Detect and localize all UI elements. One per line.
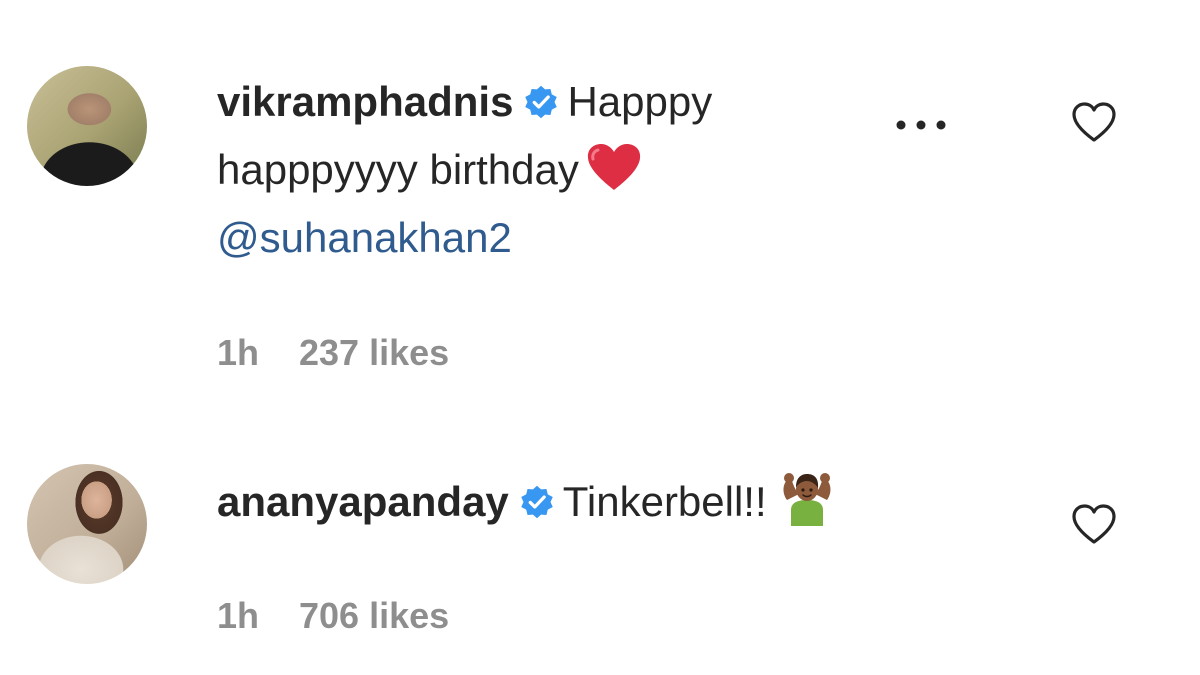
comment-meta: 1h 706 likes — [217, 595, 449, 637]
timestamp[interactable]: 1h — [217, 595, 259, 636]
avatar[interactable] — [27, 66, 147, 186]
comment-item: vikramphadnis Happpy happpyyyy birthday … — [0, 0, 1200, 420]
comment-body: vikramphadnis Happpy happpyyyy birthday … — [217, 68, 857, 272]
username[interactable]: ananyapanday — [217, 478, 509, 525]
comment-body: ananyapanday Tinkerbell!! — [217, 468, 857, 536]
person-gesturing-ok-emoji-icon — [783, 473, 831, 526]
timestamp[interactable]: 1h — [217, 332, 259, 373]
comment-item: ananyapanday Tinkerbell!! 1h 706 likes — [0, 420, 1200, 675]
mention-link[interactable]: @suhanakhan2 — [217, 214, 512, 261]
username[interactable]: vikramphadnis — [217, 78, 513, 125]
ellipsis-icon[interactable] — [893, 117, 949, 133]
avatar[interactable] — [27, 464, 147, 584]
verified-badge-icon — [525, 85, 558, 119]
verified-badge-icon — [521, 485, 553, 519]
likes-count[interactable]: 706 likes — [299, 595, 449, 636]
heart-outline-icon[interactable] — [1070, 502, 1118, 546]
comment-text: Tinkerbell!! — [562, 478, 767, 525]
likes-count[interactable]: 237 likes — [299, 332, 449, 373]
red-heart-emoji-icon — [587, 144, 640, 190]
heart-outline-icon[interactable] — [1070, 100, 1118, 144]
comment-meta: 1h 237 likes — [217, 332, 449, 374]
